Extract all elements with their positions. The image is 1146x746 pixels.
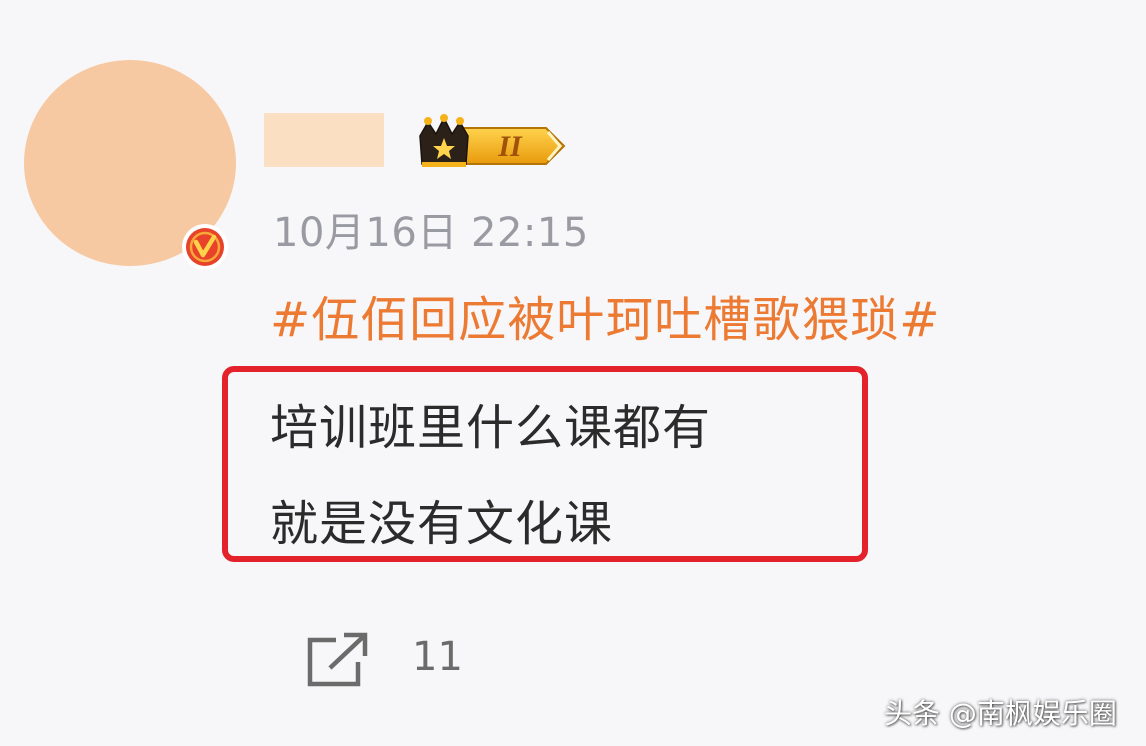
rank-level-text: II <box>497 130 523 163</box>
post-timestamp: 10月16日 22:15 <box>273 210 589 256</box>
post-text-line: 培训班里什么课都有 <box>270 400 712 456</box>
post-text-line: 就是没有文化课 <box>270 496 614 552</box>
crown-icon <box>419 114 469 167</box>
username-blurred[interactable] <box>264 113 384 167</box>
hashtag-link[interactable]: #伍佰回应被叶珂吐槽歌猥琐# <box>270 280 940 350</box>
watermark: 头条 @南枫娱乐圈 <box>884 697 1117 730</box>
share-count: 11 <box>412 634 463 680</box>
share-icon[interactable] <box>304 630 374 690</box>
rank-badge[interactable]: II <box>414 114 570 170</box>
verified-v-icon <box>182 224 228 270</box>
